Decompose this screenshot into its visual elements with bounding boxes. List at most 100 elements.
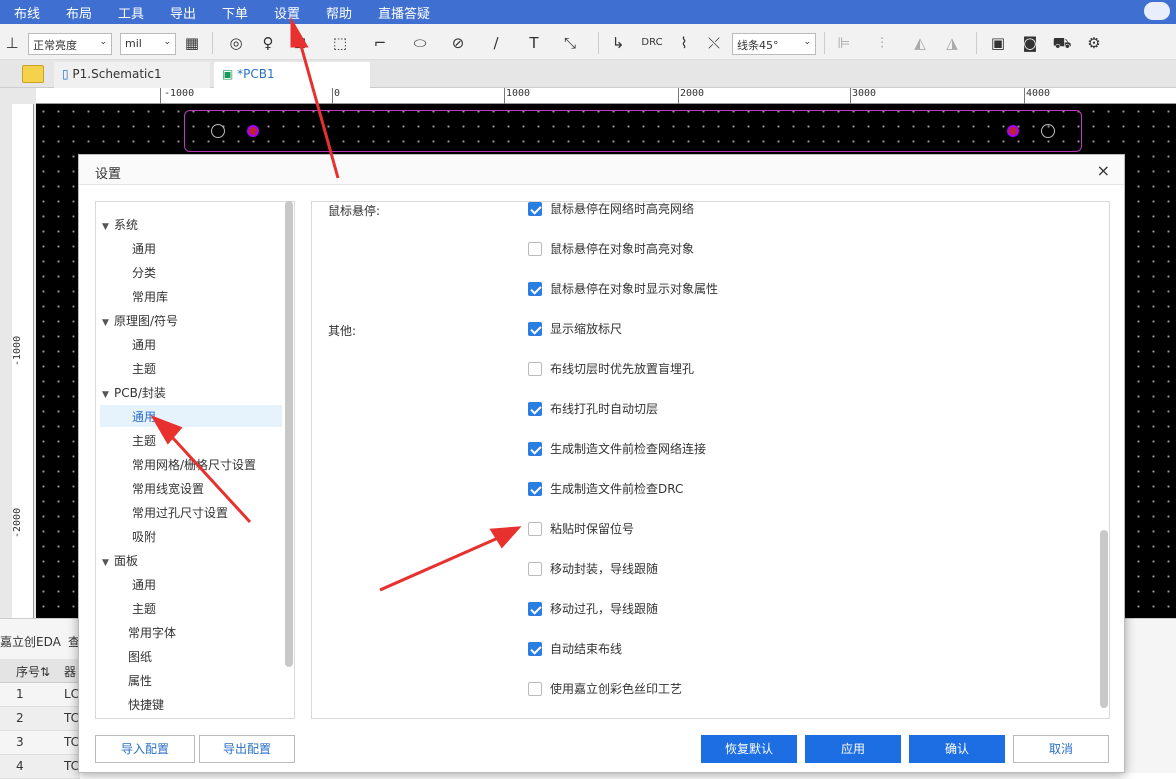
- option-row[interactable]: 移动过孔，导线跟随: [528, 600, 658, 618]
- import-icon[interactable]: ↳: [608, 33, 628, 53]
- table-row[interactable]: 1 LC: [0, 683, 80, 707]
- text-icon[interactable]: T: [524, 33, 544, 53]
- tree-item[interactable]: 常用过孔尺寸设置: [100, 504, 228, 521]
- caret-down-icon[interactable]: ▼: [102, 318, 114, 328]
- via-icon[interactable]: ◎: [226, 33, 246, 53]
- tree-item[interactable]: 常用字体: [116, 624, 176, 641]
- distribute-icon[interactable]: ⫶: [872, 33, 892, 53]
- mirror-v-icon[interactable]: ◮: [942, 33, 962, 53]
- tree-item[interactable]: 常用网格/栅格尺寸设置: [100, 456, 256, 473]
- column-header[interactable]: 器: [64, 663, 76, 680]
- checkbox[interactable]: [528, 481, 542, 496]
- drc-icon[interactable]: DRC: [640, 33, 664, 53]
- tree-item[interactable]: 主题: [100, 360, 156, 377]
- cart-icon[interactable]: ⛟: [1052, 33, 1072, 53]
- tree-item[interactable]: ▼ PCB/封装: [102, 384, 166, 401]
- caret-down-icon[interactable]: ▼: [102, 390, 114, 400]
- camera-icon[interactable]: ◙: [1020, 33, 1040, 53]
- differential-icon[interactable]: ⤬: [704, 33, 724, 53]
- checkbox[interactable]: [528, 601, 542, 616]
- menu-item-route[interactable]: 布线: [14, 3, 40, 22]
- grid-icon[interactable]: ▦: [182, 33, 202, 53]
- caret-down-icon[interactable]: ▼: [102, 222, 114, 232]
- tree-item[interactable]: 吸附: [100, 528, 156, 545]
- tab-pcb[interactable]: ▣ *PCB1: [214, 62, 370, 88]
- tree-item[interactable]: 图纸: [116, 648, 152, 665]
- export-config-button[interactable]: 导出配置: [199, 735, 295, 763]
- ellipse-icon[interactable]: ⬭: [410, 33, 430, 53]
- table-row[interactable]: 2 TC: [0, 707, 80, 731]
- checkbox[interactable]: [528, 681, 542, 696]
- option-row[interactable]: 布线切层时优先放置盲埋孔: [528, 360, 694, 378]
- content-scrollbar[interactable]: [1100, 530, 1108, 708]
- option-row[interactable]: 自动结束布线: [528, 640, 622, 658]
- apply-button[interactable]: 应用: [805, 735, 901, 763]
- checkbox[interactable]: [528, 321, 542, 336]
- ok-button[interactable]: 确认: [909, 735, 1005, 763]
- tree-item[interactable]: 常用线宽设置: [100, 480, 204, 497]
- option-row[interactable]: 鼠标悬停在对象时显示对象属性: [528, 280, 718, 298]
- align-icon[interactable]: ⊫: [834, 33, 854, 53]
- menu-item-live-qa[interactable]: 直播答疑: [378, 3, 430, 22]
- menu-item-tools[interactable]: 工具: [118, 3, 144, 22]
- pin-icon[interactable]: ♀: [258, 33, 278, 53]
- dimension-icon[interactable]: ⤡: [560, 33, 580, 53]
- option-row[interactable]: 生成制造文件前检查DRC: [528, 480, 683, 498]
- unit-select[interactable]: mil ⌄: [120, 33, 176, 55]
- tree-item[interactable]: 属性: [116, 672, 152, 689]
- option-row[interactable]: 鼠标悬停在网络时高亮网络: [528, 202, 694, 218]
- tree-item[interactable]: 通用: [100, 576, 156, 593]
- checkbox[interactable]: [528, 202, 542, 216]
- menu-item-order[interactable]: 下单: [222, 3, 248, 22]
- tree-item[interactable]: 主题: [100, 432, 156, 449]
- option-row[interactable]: 布线打孔时自动切层: [528, 400, 658, 418]
- tree-item[interactable]: ▼ 面板: [102, 552, 138, 569]
- checkbox[interactable]: [528, 361, 542, 376]
- bottom-tab-eda[interactable]: 嘉立创EDA: [0, 633, 61, 650]
- checkbox[interactable]: [528, 441, 542, 456]
- polygon-icon[interactable]: ⌐: [370, 33, 390, 53]
- checkbox[interactable]: [528, 401, 542, 416]
- menu-item-layout[interactable]: 布局: [66, 3, 92, 22]
- line-icon[interactable]: ∕: [486, 33, 506, 53]
- route-icon[interactable]: ⌇: [674, 33, 694, 53]
- checkbox[interactable]: [528, 641, 542, 656]
- tree-item[interactable]: 通用: [100, 240, 156, 257]
- cancel-button[interactable]: 取消: [1013, 735, 1109, 763]
- mirror-h-icon[interactable]: ◭: [910, 33, 930, 53]
- gear-icon[interactable]: ⚙: [1084, 33, 1104, 53]
- option-row[interactable]: 移动封装，导线跟随: [528, 560, 658, 578]
- checkbox[interactable]: [528, 281, 542, 296]
- board-outline[interactable]: [184, 110, 1082, 152]
- menu-item-settings[interactable]: 设置: [274, 3, 300, 22]
- checkbox[interactable]: [528, 561, 542, 576]
- mounting-hole[interactable]: [211, 124, 225, 138]
- option-row[interactable]: 鼠标悬停在对象时高亮对象: [528, 240, 694, 258]
- pad-icon[interactable]: ⊡: [290, 33, 310, 53]
- close-icon[interactable]: ×: [1097, 161, 1110, 180]
- import-config-button[interactable]: 导入配置: [95, 735, 195, 763]
- tree-item[interactable]: ▼ 系统: [102, 216, 138, 233]
- select-box-icon[interactable]: ⬚: [330, 33, 350, 53]
- tree-item[interactable]: 主题: [100, 600, 156, 617]
- tree-item[interactable]: 通用: [100, 336, 156, 353]
- restore-defaults-button[interactable]: 恢复默认: [701, 735, 797, 763]
- tree-item[interactable]: 分类: [100, 264, 156, 281]
- line-tool-icon[interactable]: ⊥: [2, 33, 22, 53]
- option-row[interactable]: 生成制造文件前检查网络连接: [528, 440, 706, 458]
- pad[interactable]: [1009, 127, 1017, 135]
- menu-item-export[interactable]: 导出: [170, 3, 196, 22]
- tree-item[interactable]: ▼ 原理图/符号: [102, 312, 178, 329]
- table-row[interactable]: 4 TC: [0, 755, 80, 779]
- wire-mode-select[interactable]: 线条45° ⌄: [732, 33, 816, 55]
- brightness-select[interactable]: 正常亮度 ⌄: [28, 33, 112, 55]
- tree-scrollbar[interactable]: [285, 201, 293, 667]
- cloud-icon[interactable]: [1144, 2, 1170, 20]
- checkbox[interactable]: [528, 521, 542, 536]
- tree-item[interactable]: 常用库: [100, 288, 168, 305]
- menu-item-help[interactable]: 帮助: [326, 3, 352, 22]
- folder-icon[interactable]: [22, 65, 44, 83]
- option-row[interactable]: 粘贴时保留位号: [528, 520, 634, 538]
- gerber-icon[interactable]: ▣: [988, 33, 1008, 53]
- pad[interactable]: [249, 127, 257, 135]
